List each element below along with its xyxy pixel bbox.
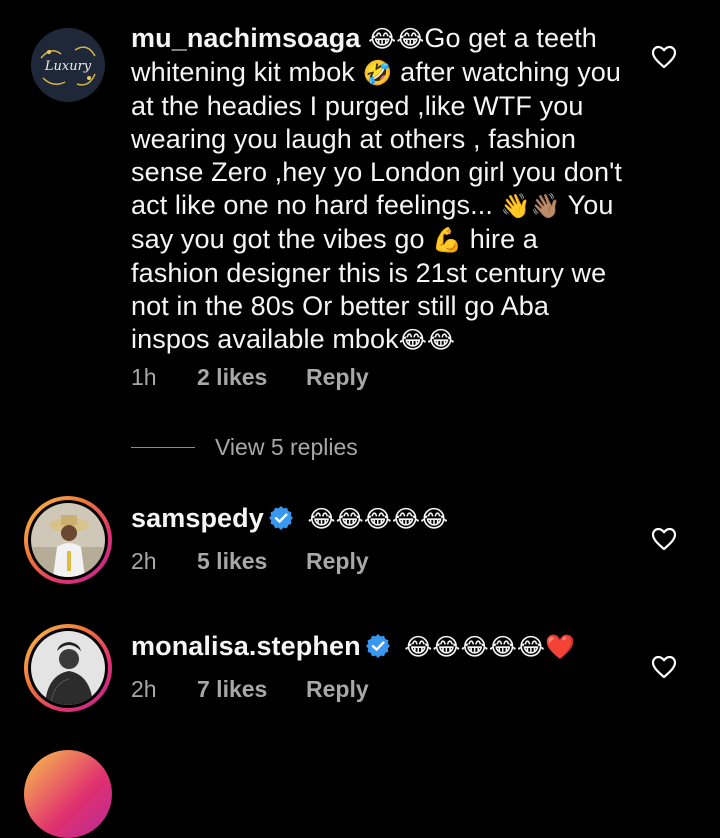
comment-text: 😂😂😂😂😂❤️ [404, 631, 575, 661]
comment-text: 😂😂Go get a teeth whitening kit mbok 🤣 af… [131, 23, 622, 354]
avatar[interactable]: Luxury [31, 28, 105, 102]
avatar[interactable] [24, 624, 112, 712]
comment-meta: 2h 5 likes Reply [131, 548, 369, 575]
avatar-ring-inner [28, 628, 108, 708]
timestamp: 2h [131, 548, 157, 574]
comment-meta: 1h 2 likes Reply [131, 364, 369, 391]
heart-outline-icon[interactable] [651, 527, 677, 551]
comment-body: samspedy 😂😂😂😂😂 [131, 502, 631, 536]
username[interactable]: samspedy [131, 503, 264, 533]
avatar[interactable] [24, 496, 112, 584]
emoji-run: 😂😂😂😂😂❤️ [404, 633, 575, 661]
view-replies-label: View 5 replies [215, 434, 358, 460]
luxury-logo-avatar: Luxury [31, 28, 105, 102]
emoji-run: 👋👋🏽 [500, 192, 561, 220]
emoji-run: 😂😂😂😂😂 [307, 505, 449, 533]
timestamp: 2h [131, 676, 157, 702]
likes-count[interactable]: 7 likes [197, 676, 306, 703]
comment-body: mu_nachimsoaga 😂😂Go get a teeth whitenin… [131, 22, 631, 357]
divider-line [131, 447, 195, 448]
emoji-run: 😂😂 [368, 25, 425, 53]
verified-badge-icon [365, 634, 390, 658]
comment-text: 😂😂😂😂😂 [307, 503, 448, 533]
comment-body: monalisa.stephen 😂😂😂😂😂❤️ [131, 630, 631, 664]
comment-mu-nachimsoaga: Luxury mu_nachimsoaga 😂😂Go get a teeth w… [0, 0, 720, 420]
reply-button[interactable]: Reply [306, 676, 369, 703]
avatar-ring-inner [28, 500, 108, 580]
emoji-run: 💪 [432, 226, 463, 254]
heart-outline-icon[interactable] [651, 655, 677, 679]
emoji-run: 😂😂 [398, 326, 456, 354]
username[interactable]: mu_nachimsoaga [131, 23, 360, 53]
comment-meta: 2h 7 likes Reply [131, 676, 369, 703]
likes-count[interactable]: 5 likes [197, 548, 306, 575]
avatar[interactable] [24, 750, 112, 838]
reply-button[interactable]: Reply [306, 364, 369, 391]
comment-monalisa-stephen: monalisa.stephen 😂😂😂😂😂❤️ 2h 7 likes Repl… [0, 624, 720, 724]
reply-button[interactable]: Reply [306, 548, 369, 575]
avatar-photo [31, 503, 105, 577]
username[interactable]: monalisa.stephen [131, 631, 361, 661]
likes-count[interactable]: 2 likes [197, 364, 306, 391]
verified-badge-icon [268, 506, 293, 530]
emoji-run: 🤣 [362, 59, 393, 87]
heart-outline-icon[interactable] [651, 45, 677, 69]
svg-text:Luxury: Luxury [44, 59, 92, 74]
comment-samspedy: samspedy 😂😂😂😂😂 2h 5 likes Reply [0, 496, 720, 596]
avatar-photo [31, 631, 105, 705]
timestamp: 1h [131, 364, 157, 390]
view-replies-button[interactable]: View 5 replies [131, 434, 358, 461]
